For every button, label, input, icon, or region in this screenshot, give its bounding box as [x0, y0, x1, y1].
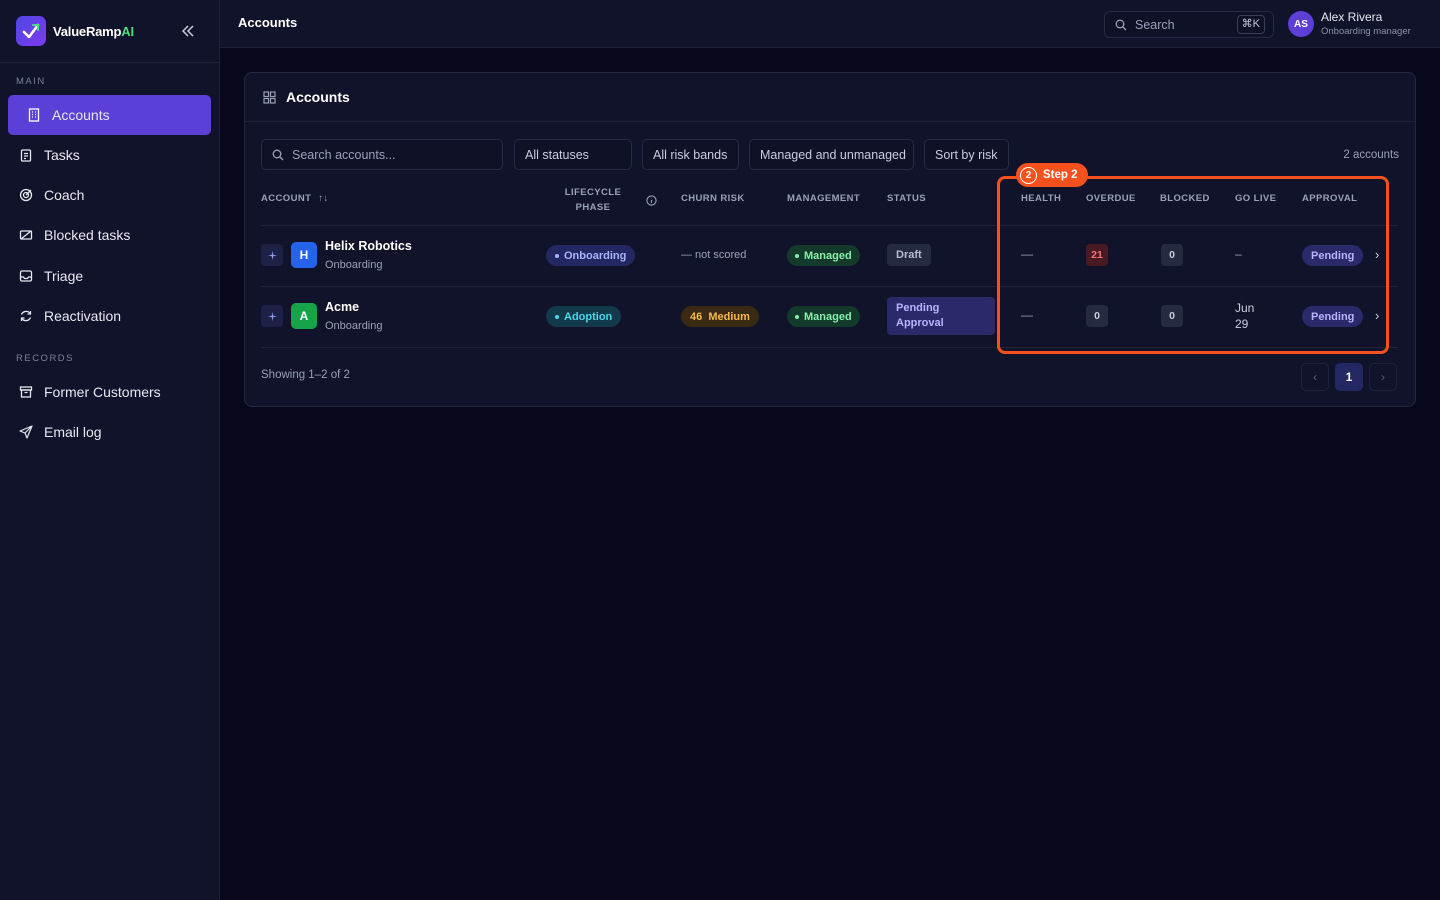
sort-icon[interactable]: ↑↓ — [318, 193, 328, 204]
account-name[interactable]: Acme — [325, 300, 359, 314]
archive-icon — [18, 384, 34, 400]
risk-band-filter[interactable]: All risk bands — [642, 139, 739, 170]
pagination-summary: Showing 1–2 of 2 — [261, 369, 350, 381]
status-badge: Draft — [887, 244, 931, 266]
column-header-status: STATUS — [887, 193, 926, 204]
management-badge: Managed — [787, 245, 860, 266]
search-shortcut: ⌘K — [1236, 15, 1265, 34]
sidebar-item-label: Blocked tasks — [44, 227, 131, 243]
section-label-records: RECORDS — [16, 353, 75, 364]
lifecycle-badge: Onboarding — [546, 245, 636, 266]
sidebar-item-coach[interactable]: Coach — [8, 175, 211, 215]
blocked-icon — [18, 227, 34, 243]
status-filter[interactable]: All statuses — [514, 139, 632, 170]
search-placeholder: Search accounts... — [292, 147, 396, 162]
sparkle-icon[interactable] — [261, 305, 283, 327]
global-search[interactable]: Search ⌘K — [1104, 11, 1274, 38]
refresh-icon — [18, 308, 34, 324]
user-role: Onboarding manager — [1321, 26, 1411, 37]
churn-risk-value: — not scored — [681, 249, 747, 261]
sidebar-item-label: Accounts — [52, 107, 110, 123]
account-avatar: H — [291, 242, 317, 268]
column-header-churn-risk: CHURN RISK — [681, 193, 745, 204]
sidebar-item-blocked-tasks[interactable]: Blocked tasks — [8, 215, 211, 255]
target-icon — [18, 187, 34, 203]
inbox-icon — [18, 268, 34, 284]
sidebar-item-label: Tasks — [44, 147, 80, 163]
management-filter[interactable]: Managed and unmanaged — [749, 139, 914, 170]
next-page-button[interactable]: › — [1369, 363, 1397, 391]
account-subtitle: Onboarding — [325, 320, 383, 332]
column-header-management: MANAGEMENT — [787, 193, 861, 204]
account-count: 2 accounts — [1343, 149, 1399, 161]
card-header: Accounts — [245, 73, 1415, 122]
sidebar-item-accounts[interactable]: Accounts — [8, 95, 211, 135]
collapse-sidebar-icon[interactable] — [180, 23, 196, 39]
account-avatar: A — [291, 303, 317, 329]
search-icon — [272, 149, 284, 161]
sidebar-item-label: Reactivation — [44, 308, 122, 324]
sidebar-item-reactivation[interactable]: Reactivation — [8, 296, 211, 336]
info-icon[interactable] — [646, 193, 657, 211]
page-button-current[interactable]: 1 — [1335, 363, 1363, 391]
prev-page-button[interactable]: ‹ — [1301, 363, 1329, 391]
sidebar-item-label: Former Customers — [44, 384, 161, 400]
lifecycle-badge: Adoption — [546, 306, 622, 327]
search-label: Search — [1135, 17, 1175, 32]
column-header-lifecycle: LIFECYCLE PHASE — [564, 187, 622, 213]
account-name[interactable]: Helix Robotics — [325, 239, 412, 253]
sidebar-item-email-log[interactable]: Email log — [8, 412, 211, 452]
avatar[interactable]: AS — [1288, 11, 1314, 37]
sidebar-item-triage[interactable]: Triage — [8, 256, 211, 296]
brand-name: ValueRampAI — [53, 23, 134, 39]
status-badge: Pending Approval — [887, 297, 995, 335]
column-header-account[interactable]: ACCOUNT ↑↓ — [261, 193, 329, 204]
sidebar-item-former-customers[interactable]: Former Customers — [8, 372, 211, 412]
management-badge: Managed — [787, 306, 860, 327]
section-label-main: MAIN — [16, 76, 46, 87]
churn-risk-badge: 46 Medium — [681, 306, 759, 327]
sparkle-icon[interactable] — [261, 244, 283, 266]
sidebar-item-label: Coach — [44, 187, 85, 203]
step-highlight-frame — [997, 176, 1389, 354]
sidebar: ValueRampAI MAIN Accounts Tasks Coach Bl… — [0, 0, 220, 900]
top-bar: Accounts Search ⌘K AS Alex Rivera Onboar… — [220, 0, 1440, 48]
sidebar-item-label: Email log — [44, 424, 102, 440]
search-icon — [1115, 19, 1127, 31]
account-search-input[interactable]: Search accounts... — [261, 139, 503, 170]
step-badge: 2 Step 2 — [1016, 163, 1088, 187]
page-title: Accounts — [238, 15, 298, 30]
send-icon — [18, 424, 34, 440]
user-name[interactable]: Alex Rivera — [1321, 10, 1382, 24]
card-title: Accounts — [286, 89, 350, 105]
logo-icon — [16, 16, 46, 46]
grid-icon — [263, 90, 276, 104]
sort-select[interactable]: Sort by risk — [924, 139, 1009, 170]
account-subtitle: Onboarding — [325, 259, 383, 271]
clipboard-icon — [18, 147, 34, 163]
sidebar-item-label: Triage — [44, 268, 84, 284]
sidebar-item-tasks[interactable]: Tasks — [8, 135, 211, 175]
building-icon — [26, 107, 42, 123]
